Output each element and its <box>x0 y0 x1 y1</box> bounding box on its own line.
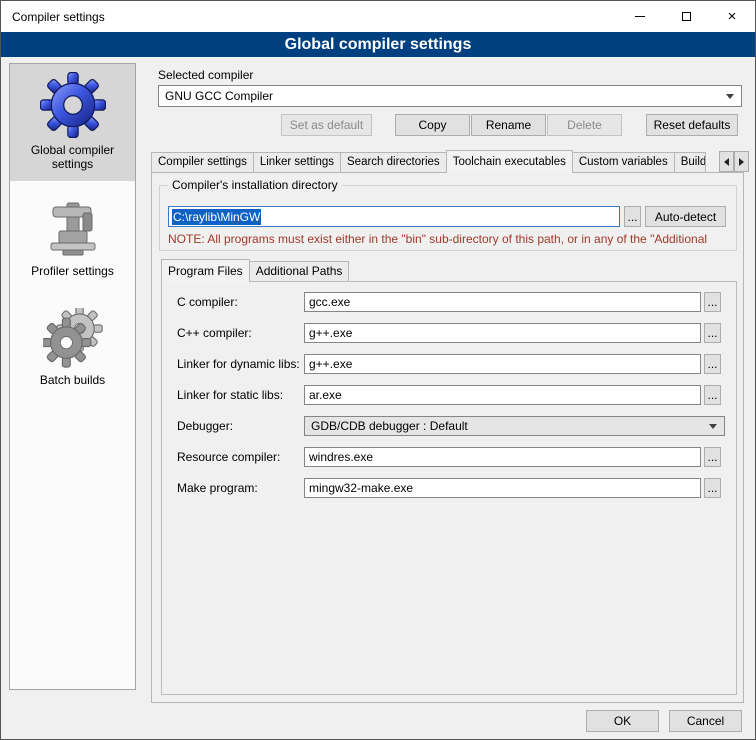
close-icon: × <box>728 9 737 24</box>
sidebar-item-label: Batch builds <box>12 373 133 387</box>
tab-scroll-right-button[interactable] <box>734 151 749 172</box>
linker-static-browse-button[interactable]: ... <box>704 385 721 405</box>
arrow-left-icon <box>724 158 729 166</box>
titlebar: Compiler settings × <box>1 1 755 32</box>
selected-path-text: C:\raylib\MinGW <box>172 209 261 225</box>
c-compiler-input[interactable] <box>304 292 701 312</box>
sidebar-item-profiler-settings[interactable]: Profiler settings <box>10 193 135 288</box>
groupbox-label: Compiler's installation directory <box>168 178 342 192</box>
sidebar-item-global-compiler-settings[interactable]: Global compiler settings <box>10 64 135 181</box>
linker-dynamic-label: Linker for dynamic libs: <box>177 357 300 371</box>
minimize-icon <box>635 16 645 17</box>
bin-subdirectory-note: NOTE: All programs must exist either in … <box>168 232 734 246</box>
cancel-button[interactable]: Cancel <box>669 710 742 732</box>
sidebar-item-label: Global compiler settings <box>12 143 133 171</box>
browse-directory-button[interactable]: ... <box>624 206 641 227</box>
main-panel: Selected compiler GNU GCC Compiler Set a… <box>146 63 749 705</box>
linker-dynamic-input[interactable] <box>304 354 701 374</box>
installation-directory-groupbox: Compiler's installation directory C:\ray… <box>159 185 737 251</box>
debugger-value: GDB/CDB debugger : Default <box>311 419 468 433</box>
set-as-default-button: Set as default <box>281 114 372 136</box>
page-title: Global compiler settings <box>1 32 755 57</box>
maximize-button[interactable] <box>663 1 709 32</box>
copy-button[interactable]: Copy <box>395 114 470 136</box>
installation-directory-input[interactable]: C:\raylib\MinGW <box>168 206 620 227</box>
linker-static-label: Linker for static libs: <box>177 388 283 402</box>
selected-compiler-label: Selected compiler <box>158 68 253 82</box>
chevron-down-icon <box>709 424 717 429</box>
compiler-settings-window: Compiler settings × Global compiler sett… <box>0 0 756 740</box>
linker-dynamic-browse-button[interactable]: ... <box>704 354 721 374</box>
resource-compiler-browse-button[interactable]: ... <box>704 447 721 467</box>
minimize-button[interactable] <box>617 1 663 32</box>
chevron-down-icon <box>726 94 734 99</box>
make-program-input[interactable] <box>304 478 701 498</box>
auto-detect-button[interactable]: Auto-detect <box>645 206 726 227</box>
close-button[interactable]: × <box>709 1 755 32</box>
ok-button[interactable]: OK <box>586 710 659 732</box>
rename-button[interactable]: Rename <box>471 114 546 136</box>
window-controls: × <box>617 1 755 32</box>
window-title: Compiler settings <box>12 10 105 24</box>
make-program-browse-button[interactable]: ... <box>704 478 721 498</box>
arrow-right-icon <box>739 158 744 166</box>
tab-build-options[interactable]: Build options <box>674 152 706 173</box>
cpp-compiler-browse-button[interactable]: ... <box>704 323 721 343</box>
sidebar-item-label: Profiler settings <box>12 264 133 278</box>
tab-search-directories[interactable]: Search directories <box>340 152 447 173</box>
tab-compiler-settings[interactable]: Compiler settings <box>151 152 254 173</box>
resource-compiler-input[interactable] <box>304 447 701 467</box>
make-program-label: Make program: <box>177 481 258 495</box>
tab-custom-variables[interactable]: Custom variables <box>572 152 675 173</box>
tab-linker-settings[interactable]: Linker settings <box>253 152 341 173</box>
tab-additional-paths[interactable]: Additional Paths <box>249 261 350 282</box>
settings-tab-bar: Compiler settings Linker settings Search… <box>151 150 705 173</box>
sidebar-item-batch-builds[interactable]: Batch builds <box>10 300 135 397</box>
cpp-compiler-label: C++ compiler: <box>177 326 252 340</box>
debugger-dropdown[interactable]: GDB/CDB debugger : Default <box>304 416 725 436</box>
c-compiler-browse-button[interactable]: ... <box>704 292 721 312</box>
tab-scroll-left-button[interactable] <box>719 151 734 172</box>
selected-compiler-value: GNU GCC Compiler <box>165 89 273 103</box>
debugger-label: Debugger: <box>177 419 233 433</box>
linker-static-input[interactable] <box>304 385 701 405</box>
c-compiler-label: C compiler: <box>177 295 238 309</box>
batch-builds-gears-icon <box>12 308 133 368</box>
program-files-tab-bar: Program Files Additional Paths <box>161 259 348 282</box>
settings-category-sidebar: Global compiler settings Profiler settin… <box>9 63 136 690</box>
cpp-compiler-input[interactable] <box>304 323 701 343</box>
reset-defaults-button[interactable]: Reset defaults <box>646 114 738 136</box>
maximize-icon <box>682 12 691 21</box>
profiler-tool-icon <box>12 201 133 259</box>
delete-button: Delete <box>547 114 622 136</box>
selected-compiler-dropdown[interactable]: GNU GCC Compiler <box>158 85 742 107</box>
resource-compiler-label: Resource compiler: <box>177 450 280 464</box>
program-files-panel: C compiler: ... C++ compiler: ... Linker… <box>161 281 737 695</box>
toolchain-executables-panel: Compiler's installation directory C:\ray… <box>151 172 744 703</box>
blue-gear-icon <box>12 72 133 138</box>
tab-toolchain-executables[interactable]: Toolchain executables <box>446 150 573 173</box>
tab-program-files[interactable]: Program Files <box>161 259 250 282</box>
